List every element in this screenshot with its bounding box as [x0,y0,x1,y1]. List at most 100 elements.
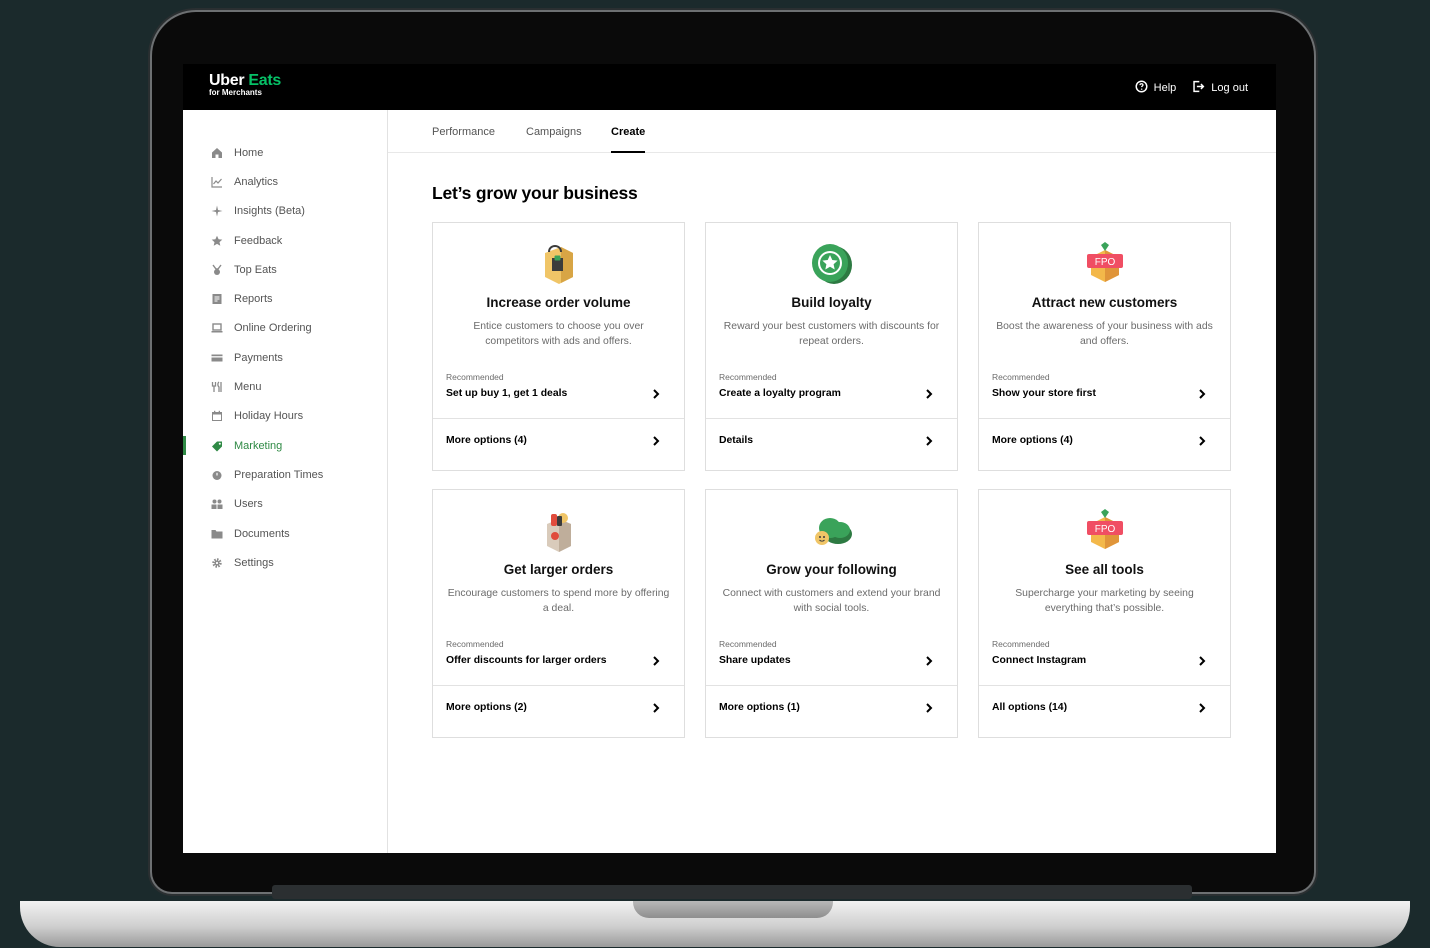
sidebar-item-label: Top Eats [234,263,277,276]
tab-performance[interactable]: Performance [432,126,495,138]
recommended-label: Recommended [992,372,1050,382]
chevron-right-icon [926,703,933,713]
sidebar-item-label: Preparation Times [234,468,324,481]
recommended-action-label: Connect Instagram [992,655,1087,666]
card-description: Supercharge your marketing by seeing eve… [1015,588,1194,614]
card-get-larger-orders: Get larger orders Encourage customers to… [432,489,685,738]
recommended-action-label: Create a loyalty program [719,388,841,399]
sparkle-icon [211,205,223,217]
sidebar-item-payments[interactable]: Payments [183,343,387,372]
folder-icon [211,528,223,540]
recommended-action-button[interactable]: Connect Instagram [992,655,1207,671]
app-screen: Uber Eats for Merchants Help Log out Hom… [183,64,1276,853]
main-content: Performance Campaigns Create Let’s grow … [388,110,1276,853]
sidebar-item-holiday-hours[interactable]: Holiday Hours [183,402,387,431]
fpo-placeholder-icon: FPO [1081,506,1129,554]
recommended-label: Recommended [446,372,504,382]
sidebar-item-documents[interactable]: Documents [183,519,387,548]
more-options-label: More options (1) [719,702,800,713]
help-label: Help [1153,82,1177,94]
chevron-right-icon [1199,656,1206,666]
recommended-action-button[interactable]: Offer discounts for larger orders [446,655,661,671]
gear-icon [211,557,223,569]
laptop-icon [211,322,223,334]
report-icon [211,293,223,305]
recommended-label: Recommended [719,372,777,382]
chevron-right-icon [653,436,660,446]
recommended-action-button[interactable]: Share updates [719,655,934,671]
help-button[interactable]: Help [1135,80,1177,96]
sidebar-item-label: Insights (Beta) [234,205,305,218]
sidebar-item-label: Settings [234,556,274,569]
recommended-action-button[interactable]: Create a loyalty program [719,388,934,404]
recommended-action-button[interactable]: Set up buy 1, get 1 deals [446,388,661,404]
card-icon [211,352,223,364]
chevron-right-icon [1199,436,1206,446]
home-icon [211,147,223,159]
more-options-button[interactable]: More options (4) [446,435,661,451]
sidebar: Home Analytics Insights (Beta) Feedback … [183,110,388,853]
logo-uber-text: Uber [209,72,245,89]
card-divider [706,685,957,686]
sidebar-item-label: Menu [234,381,262,394]
sidebar-item-reports[interactable]: Reports [183,284,387,313]
card-description: Reward your best customers with discount… [723,321,940,347]
card-title: Get larger orders [503,562,614,577]
card-title: Attract new customers [1031,295,1178,310]
tab-bar: Performance Campaigns Create [388,110,1276,153]
card-grow-your-following: Grow your following Connect with custome… [705,489,958,738]
sidebar-item-label: Holiday Hours [234,410,304,423]
card-description: Entice customers to choose you over comp… [473,321,644,347]
sidebar-item-menu[interactable]: Menu [183,372,387,401]
svg-text:FPO: FPO [1094,524,1115,535]
sidebar-item-analytics[interactable]: Analytics [183,167,387,196]
laptop-hinge [272,885,1192,899]
sidebar-item-label: Marketing [234,439,283,452]
recommended-action-button[interactable]: Show your store first [992,388,1207,404]
card-divider [979,685,1230,686]
sidebar-item-users[interactable]: Users [183,490,387,519]
more-options-label: More options (4) [446,435,527,446]
sidebar-item-label: Analytics [234,175,279,188]
sidebar-item-label: Home [234,146,264,159]
logo-eats-text: Eats [248,72,282,89]
sidebar-item-preparation-times[interactable]: Preparation Times [183,460,387,489]
card-attract-new-customers: FPO Attract new customers Boost the awar… [978,222,1231,471]
sidebar-item-online-ordering[interactable]: Online Ordering [183,314,387,343]
more-options-button[interactable]: More options (1) [719,702,934,718]
recommended-action-label: Set up buy 1, get 1 deals [446,388,568,399]
tab-create[interactable]: Create [611,126,646,153]
timer-icon [211,469,223,481]
logout-button[interactable]: Log out [1192,80,1248,96]
chevron-right-icon [926,436,933,446]
fpo-placeholder-icon: FPO [1081,239,1129,287]
chevron-right-icon [653,703,660,713]
social-cloud-icon [808,506,856,554]
sidebar-item-top-eats[interactable]: Top Eats [183,255,387,284]
all-options-button[interactable]: All options (14) [992,702,1207,718]
sidebar-item-insights[interactable]: Insights (Beta) [183,197,387,226]
sidebar-item-marketing[interactable]: Marketing [183,431,387,460]
sidebar-item-home[interactable]: Home [183,138,387,167]
analytics-icon [211,176,223,188]
tag-icon [211,440,223,452]
more-options-button[interactable]: More options (2) [446,702,661,718]
card-see-all-tools: FPO See all tools Supercharge your marke… [978,489,1231,738]
chevron-right-icon [926,656,933,666]
sidebar-item-settings[interactable]: Settings [183,548,387,577]
card-title: Grow your following [766,562,897,577]
details-label: Details [719,435,754,446]
card-title: See all tools [1065,562,1144,577]
tab-campaigns[interactable]: Campaigns [526,126,582,138]
laptop-base-groove [633,901,833,918]
recommended-action-label: Show your store first [992,388,1096,399]
all-options-label: All options (14) [992,702,1068,713]
sidebar-item-label: Documents [234,527,290,540]
card-divider [433,685,684,686]
details-button[interactable]: Details [719,435,934,451]
card-build-loyalty: Build loyalty Reward your best customers… [705,222,958,471]
more-options-button[interactable]: More options (4) [992,435,1207,451]
uber-eats-logo[interactable]: Uber Eats for Merchants [209,72,281,97]
sidebar-item-feedback[interactable]: Feedback [183,226,387,255]
card-title: Build loyalty [791,295,872,310]
